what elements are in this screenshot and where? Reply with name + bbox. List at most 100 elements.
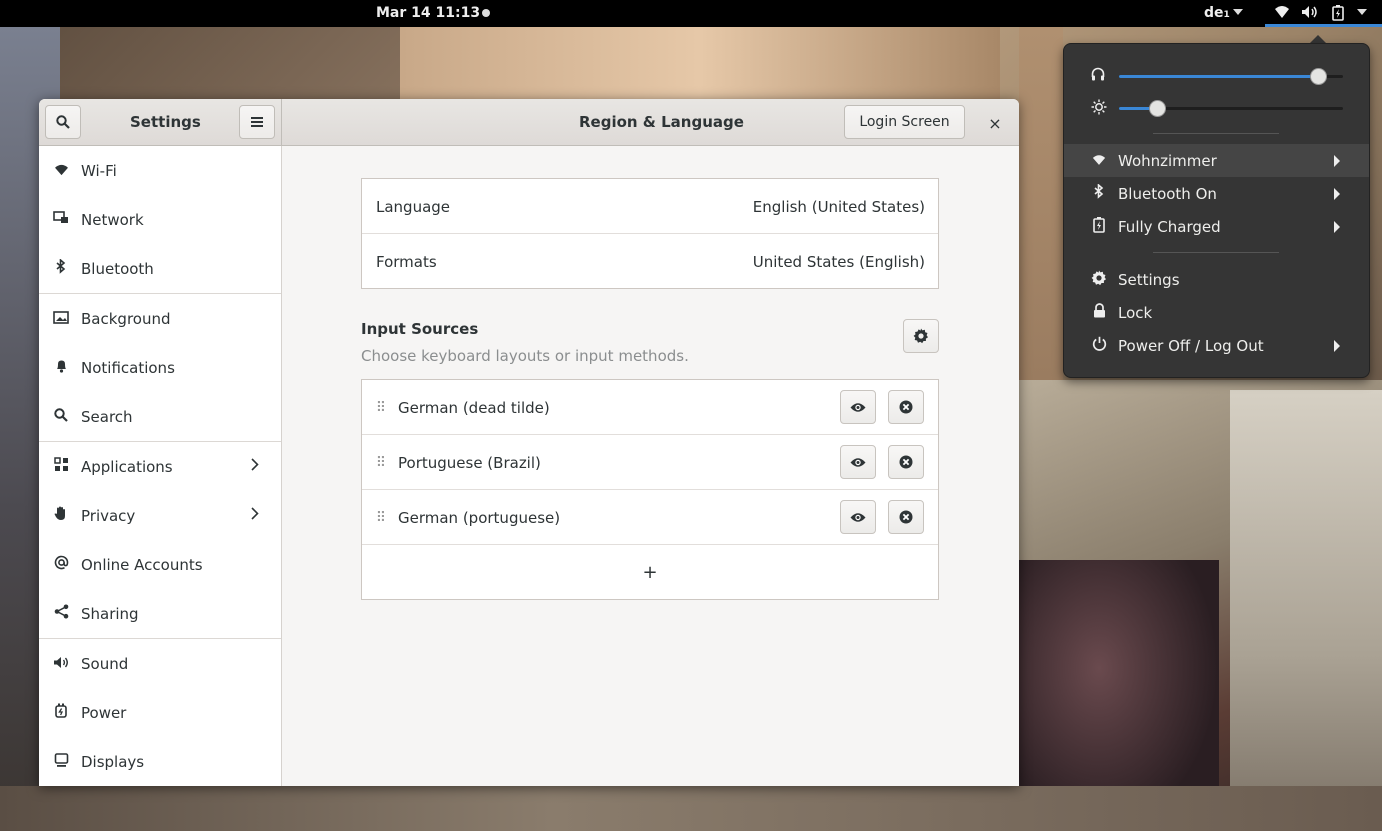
page-title: Region & Language (579, 113, 744, 131)
sidebar-item-wifi[interactable]: Wi-Fi (39, 146, 281, 195)
sidebar-item-background[interactable]: Background (39, 294, 281, 343)
sidebar-item-power[interactable]: Power (39, 688, 281, 737)
menu-item-label: Settings (1118, 270, 1180, 289)
submenu-arrow-icon (1334, 154, 1340, 167)
sidebar-item-label: Search (81, 407, 133, 426)
sidebar-item-privacy[interactable]: Privacy (39, 491, 281, 540)
sidebar-item-bluetooth[interactable]: Bluetooth (39, 244, 281, 293)
drag-handle-icon[interactable]: ⠿ (362, 455, 398, 471)
input-sources-description: Choose keyboard layouts or input methods… (361, 347, 689, 365)
add-input-source-row[interactable]: + (362, 545, 938, 600)
brightness-slider-knob[interactable] (1148, 100, 1166, 117)
menu-item-battery[interactable]: Fully Charged (1064, 210, 1369, 243)
menu-item-label: Wohnzimmer (1118, 151, 1217, 170)
remove-icon (899, 510, 913, 524)
show-layout-button[interactable] (840, 390, 876, 424)
menu-item-power-off[interactable]: Power Off / Log Out (1064, 329, 1369, 362)
hamburger-icon (251, 117, 263, 127)
volume-tray-icon[interactable] (1301, 5, 1319, 23)
top-bar: Mar 14 11:13 de1 (0, 0, 1382, 27)
sidebar-item-label: Power (81, 703, 127, 722)
language-value: English (United States) (752, 197, 925, 216)
drag-handle-icon[interactable]: ⠿ (362, 510, 398, 526)
sidebar-item-sound[interactable]: Sound (39, 639, 281, 688)
sidebar-item-label: Notifications (81, 358, 175, 377)
input-source-options-button[interactable] (903, 319, 939, 353)
remove-source-button[interactable] (888, 445, 924, 479)
menu-separator (1153, 252, 1279, 253)
remove-icon (899, 400, 913, 414)
sidebar-item-displays[interactable]: Displays (39, 737, 281, 786)
header-bar: Settings Region & Language Login Screen … (39, 99, 1019, 146)
sidebar-item-applications[interactable]: Applications (39, 442, 281, 491)
chevron-right-icon (251, 458, 281, 475)
system-menu-active-indicator (1265, 24, 1382, 27)
power-icon (1064, 336, 1118, 355)
remove-source-button[interactable] (888, 500, 924, 534)
apps-grid-icon (39, 457, 81, 476)
battery-icon (1064, 216, 1118, 237)
language-label: Language (376, 197, 451, 216)
drag-handle-icon[interactable]: ⠿ (362, 400, 398, 416)
search-icon (39, 407, 81, 426)
add-icon: + (642, 562, 658, 583)
main-menu-button[interactable] (239, 105, 275, 139)
share-icon (39, 604, 81, 623)
submenu-arrow-icon (1334, 220, 1340, 233)
sidebar-item-label: Network (81, 210, 144, 229)
brightness-slider[interactable] (1119, 100, 1343, 117)
sidebar-item-label: Displays (81, 752, 145, 771)
keyboard-layout-index: 1 (1223, 10, 1230, 20)
sidebar-item-search[interactable]: Search (39, 392, 281, 441)
wifi-tray-icon[interactable] (1274, 5, 1290, 23)
login-screen-button[interactable]: Login Screen (844, 105, 965, 139)
remove-icon (899, 455, 913, 469)
bluetooth-icon (39, 258, 81, 278)
sidebar-item-sharing[interactable]: Sharing (39, 589, 281, 638)
input-sources-heading: Input Sources (361, 320, 479, 338)
system-menu-arrow-icon[interactable] (1357, 9, 1367, 15)
notification-dot (482, 9, 490, 17)
keyboard-menu-arrow-icon[interactable] (1233, 9, 1243, 15)
search-button[interactable] (45, 105, 81, 139)
language-row[interactable]: Language English (United States) (362, 179, 938, 234)
hand-icon (39, 506, 81, 525)
formats-row[interactable]: Formats United States (English) (362, 234, 938, 289)
menu-item-label: Bluetooth On (1118, 184, 1217, 203)
sidebar-item-online-accounts[interactable]: Online Accounts (39, 540, 281, 589)
sidebar-item-network[interactable]: Network (39, 195, 281, 244)
menu-item-label: Power Off / Log Out (1118, 336, 1264, 355)
remove-source-button[interactable] (888, 390, 924, 424)
menu-item-lock[interactable]: Lock (1064, 296, 1369, 329)
keyboard-layout-indicator[interactable]: de1 (1204, 5, 1230, 21)
menu-item-label: Lock (1118, 303, 1153, 322)
sidebar-item-label: Sound (81, 654, 129, 673)
volume-slider-knob[interactable] (1309, 68, 1327, 85)
headphones-icon (1091, 67, 1105, 85)
chevron-right-icon (251, 507, 281, 524)
settings-window: Settings Region & Language Login Screen … (39, 99, 1019, 786)
menu-item-bluetooth[interactable]: Bluetooth On (1064, 177, 1369, 210)
clock[interactable]: Mar 14 11:13 (376, 5, 480, 21)
close-button[interactable]: × (983, 111, 1007, 135)
volume-slider[interactable] (1119, 68, 1343, 85)
formats-label: Formats (376, 252, 437, 271)
system-menu: Wohnzimmer Bluetooth On Fully Charged Se… (1063, 43, 1370, 378)
lock-icon (1064, 303, 1118, 322)
menu-item-wifi[interactable]: Wohnzimmer (1064, 144, 1369, 177)
sidebar-item-label: Applications (81, 457, 173, 476)
menu-item-settings[interactable]: Settings (1064, 263, 1369, 296)
show-layout-button[interactable] (840, 500, 876, 534)
submenu-arrow-icon (1334, 339, 1340, 352)
sidebar-item-label: Wi-Fi (81, 161, 117, 180)
language-formats-list: Language English (United States) Formats… (361, 178, 939, 289)
show-layout-button[interactable] (840, 445, 876, 479)
battery-tray-icon[interactable] (1332, 5, 1344, 25)
network-icon (39, 210, 81, 229)
eye-icon (850, 512, 866, 522)
sidebar-title: Settings (130, 113, 201, 131)
submenu-arrow-icon (1334, 187, 1340, 200)
wifi-icon (1064, 152, 1118, 170)
sidebar-item-notifications[interactable]: Notifications (39, 343, 281, 392)
wallpaper-mid (1019, 26, 1063, 380)
